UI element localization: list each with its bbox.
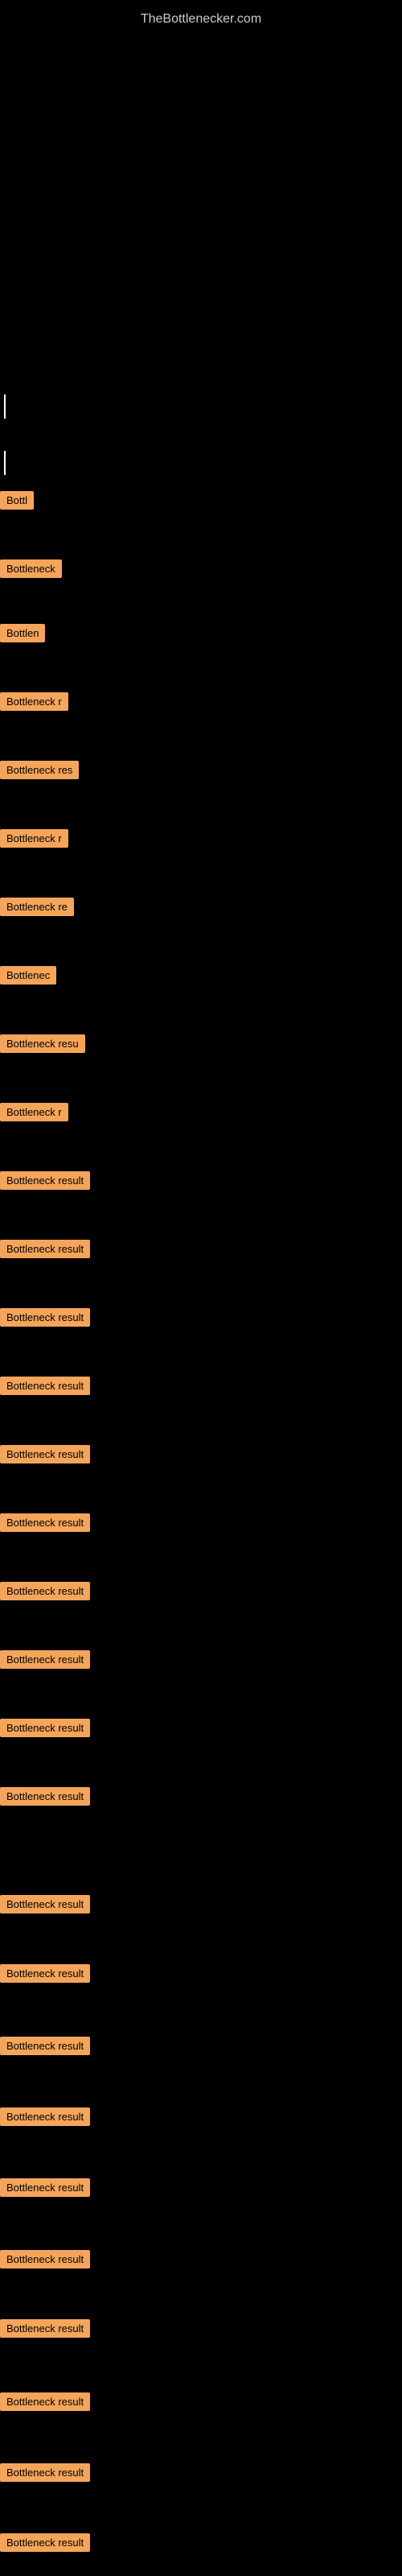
bottleneck-result-item[interactable]: Bottleneck result — [0, 1895, 90, 1913]
site-title: TheBottlenecker.com — [0, 4, 402, 35]
bottleneck-result-item[interactable]: Bottleneck resu — [0, 1034, 85, 1053]
bottleneck-result-item[interactable]: Bottleneck result — [0, 1513, 90, 1532]
bottleneck-result-item[interactable]: Bottleneck result — [0, 2037, 90, 2055]
bottleneck-result-item[interactable]: Bottleneck result — [0, 1582, 90, 1600]
bottleneck-result-item[interactable]: Bottleneck result — [0, 1377, 90, 1395]
bottleneck-result-item[interactable]: Bottleneck result — [0, 1650, 90, 1669]
bottleneck-result-item[interactable]: Bottleneck r — [0, 692, 68, 711]
cursor-2 — [4, 451, 6, 475]
bottleneck-result-item[interactable]: Bottleneck result — [0, 2250, 90, 2268]
bottleneck-result-item[interactable]: Bottleneck result — [0, 2463, 90, 2482]
bottleneck-result-item[interactable]: Bottleneck result — [0, 2392, 90, 2411]
bottleneck-result-item[interactable]: Bottl — [0, 491, 34, 510]
bottleneck-result-item[interactable]: Bottleneck re — [0, 898, 74, 916]
bottleneck-result-item[interactable]: Bottleneck result — [0, 2319, 90, 2338]
bottleneck-result-item[interactable]: Bottlen — [0, 624, 45, 642]
bottleneck-result-item[interactable]: Bottleneck result — [0, 1240, 90, 1258]
bottleneck-result-item[interactable]: Bottleneck result — [0, 1719, 90, 1737]
bottleneck-result-item[interactable]: Bottleneck result — [0, 2533, 90, 2552]
bottleneck-result-item[interactable]: Bottlenec — [0, 966, 56, 985]
bottleneck-result-item[interactable]: Bottleneck result — [0, 2107, 90, 2126]
bottleneck-result-item[interactable]: Bottleneck result — [0, 1308, 90, 1327]
bottleneck-result-item[interactable]: Bottleneck result — [0, 1171, 90, 1190]
bottleneck-result-item[interactable]: Bottleneck r — [0, 1103, 68, 1121]
bottleneck-result-item[interactable]: Bottleneck result — [0, 1787, 90, 1806]
bottleneck-result-item[interactable]: Bottleneck res — [0, 761, 79, 779]
bottleneck-result-item[interactable]: Bottleneck result — [0, 1445, 90, 1463]
bottleneck-result-item[interactable]: Bottleneck result — [0, 2178, 90, 2197]
bottleneck-result-item[interactable]: Bottleneck result — [0, 1964, 90, 1983]
bottleneck-result-item[interactable]: Bottleneck r — [0, 829, 68, 848]
cursor-1 — [4, 394, 6, 419]
bottleneck-result-item[interactable]: Bottleneck — [0, 559, 62, 578]
